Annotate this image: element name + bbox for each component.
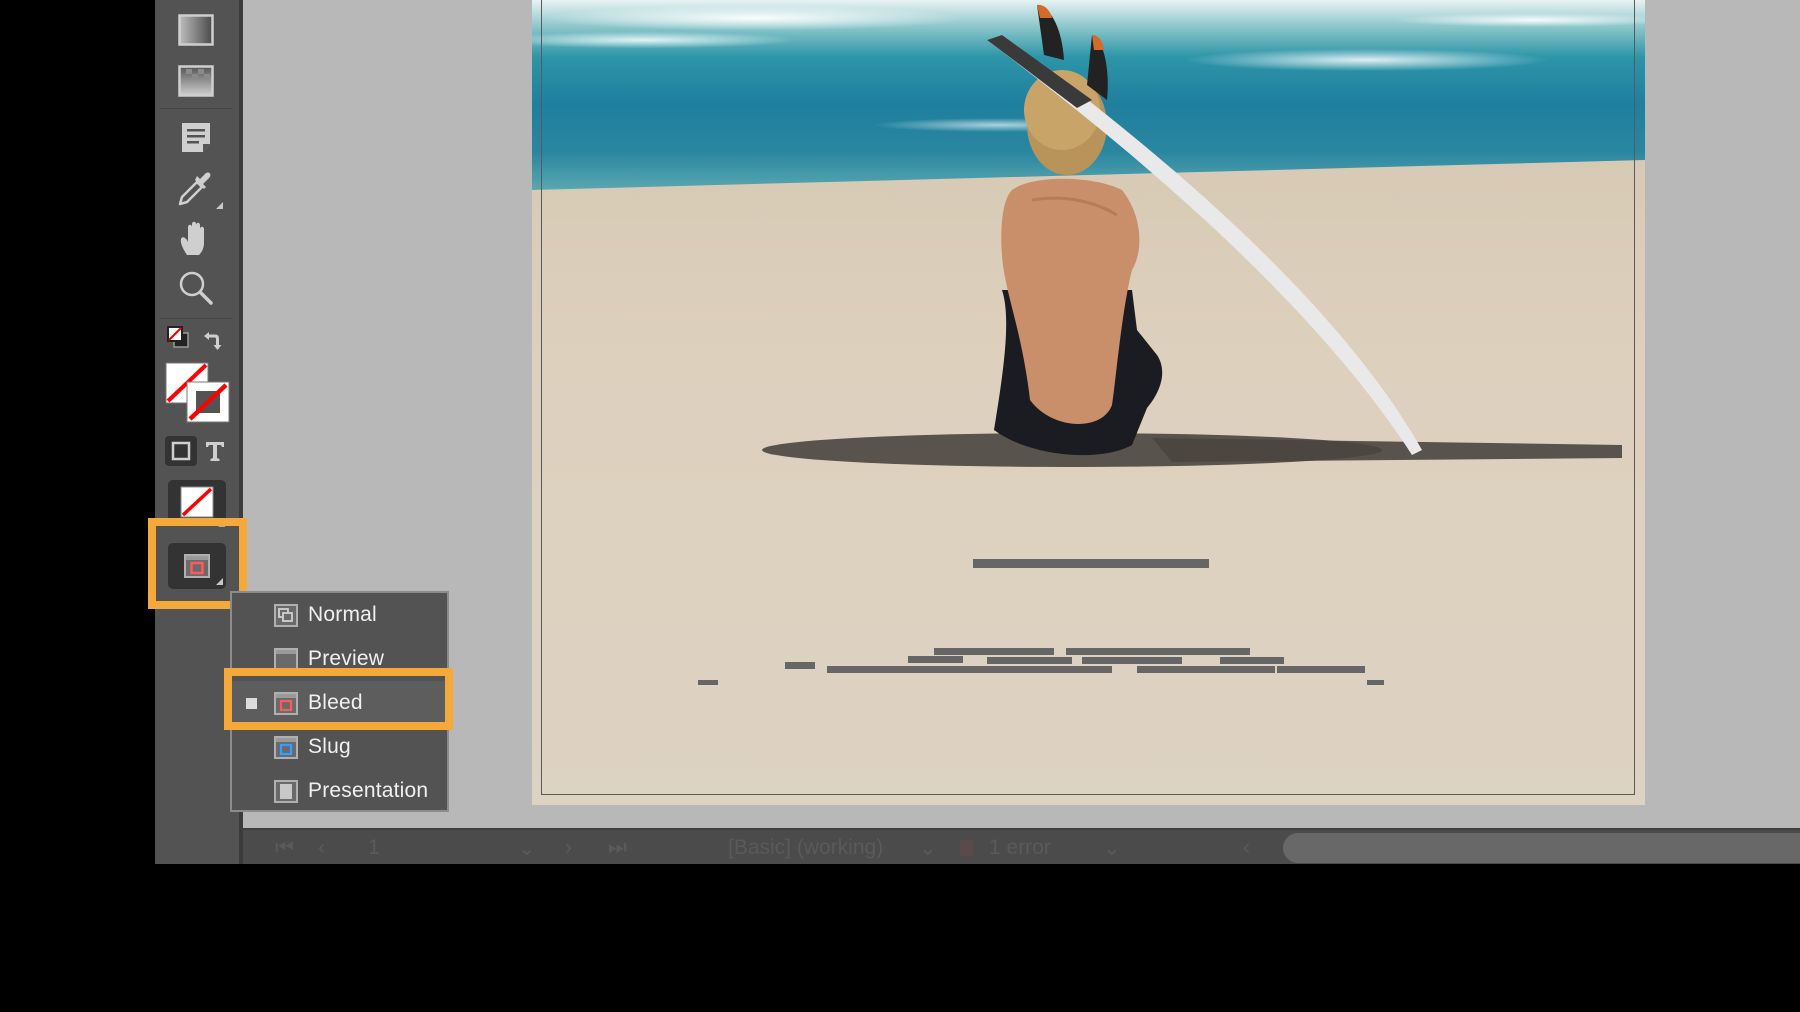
status-bar: ⏮ ‹ 1 ⌄ › ⏭ [Basic] (working) ⌄ 1 error … <box>243 828 1800 864</box>
screen-mode-bleed-icon <box>184 554 210 578</box>
screen-mode-bleed-icon <box>274 691 298 715</box>
screen-mode-normal-icon <box>274 603 298 627</box>
text-formatting-button[interactable] <box>201 436 229 466</box>
gradient-swatch-icon <box>178 14 214 46</box>
zoom-tool[interactable] <box>176 268 216 308</box>
menu-item-label: Presentation <box>308 779 429 802</box>
scroll-left-icon[interactable]: ‹ <box>1243 836 1250 860</box>
toolbar-divider <box>160 318 232 319</box>
container-icon <box>171 441 191 461</box>
text-placeholder-line <box>1137 666 1275 673</box>
menu-item-label: Normal <box>308 603 377 626</box>
document-page[interactable] <box>532 0 1645 805</box>
apply-none-button[interactable] <box>168 480 226 524</box>
flyout-indicator-icon <box>218 520 225 527</box>
fill-stroke-swatch[interactable] <box>165 362 231 424</box>
menu-item-slug[interactable]: Slug <box>232 725 447 769</box>
text-placeholder-line <box>908 656 963 663</box>
flyout-indicator-icon <box>216 202 223 209</box>
text-placeholder-line <box>698 680 718 685</box>
previous-page-button[interactable]: ‹ <box>318 836 325 860</box>
container-formatting-button[interactable] <box>165 436 197 466</box>
first-page-button[interactable]: ⏮ <box>275 836 294 860</box>
zoom-icon <box>179 271 213 305</box>
hand-tool[interactable] <box>176 218 216 258</box>
photo-shadow-board <box>1152 438 1622 462</box>
flyout-indicator-icon <box>216 578 223 585</box>
default-fill-stroke-icon <box>167 326 189 348</box>
screen-mode-preview-icon <box>274 647 298 671</box>
fill-stroke-none-icon <box>165 362 230 423</box>
screen-mode-menu: Normal Preview Bleed Slug Presentation <box>230 591 449 812</box>
text-placeholder-line <box>827 666 1112 673</box>
menu-item-bleed[interactable]: Bleed <box>232 681 447 725</box>
menu-item-label: Preview <box>308 647 385 670</box>
text-placeholder-line <box>934 648 1054 655</box>
preflight-dropdown-chevron-icon[interactable]: ⌄ <box>919 836 937 861</box>
toolbar-divider <box>160 108 232 109</box>
hand-icon <box>180 221 204 255</box>
preflight-status[interactable]: 1 error <box>989 836 1051 860</box>
last-page-button[interactable]: ⏭ <box>608 836 627 860</box>
text-placeholder-line <box>1367 680 1384 685</box>
menu-item-presentation[interactable]: Presentation <box>232 769 447 813</box>
horizontal-scrollbar-thumb[interactable] <box>1283 833 1800 863</box>
screen-mode-presentation-icon <box>274 779 298 803</box>
preflight-menu-chevron-icon[interactable]: ⌄ <box>1103 836 1121 861</box>
eyedropper-icon <box>178 172 211 206</box>
text-placeholder-line <box>1082 657 1182 664</box>
next-page-button[interactable]: › <box>565 836 572 860</box>
swap-fill-stroke-button[interactable] <box>200 328 226 354</box>
menu-item-label: Bleed <box>308 691 363 714</box>
gradient-swatch-tool[interactable] <box>176 12 216 48</box>
gradient-feather-tool[interactable] <box>176 63 216 99</box>
preflight-profile[interactable]: [Basic] (working) <box>728 836 883 860</box>
note-tool[interactable] <box>178 120 214 156</box>
gradient-feather-icon <box>178 65 214 97</box>
menu-item-normal[interactable]: Normal <box>232 593 447 637</box>
page-number-field[interactable]: 1 <box>368 836 380 860</box>
text-placeholder-line <box>785 662 815 669</box>
apply-none-icon <box>180 486 214 518</box>
eyedropper-tool[interactable] <box>176 168 216 208</box>
selected-check-icon <box>246 697 257 709</box>
preflight-error-icon <box>960 840 974 856</box>
text-placeholder-line <box>1220 657 1284 664</box>
menu-item-label: Slug <box>308 735 351 758</box>
text-T-icon <box>206 442 224 461</box>
text-placeholder-line <box>1277 666 1365 673</box>
text-placeholder-line <box>987 657 1072 664</box>
menu-item-preview[interactable]: Preview <box>232 637 447 681</box>
page-dropdown-chevron-icon[interactable]: ⌄ <box>518 836 536 861</box>
default-fill-stroke-button[interactable] <box>165 324 191 350</box>
note-icon <box>182 123 210 152</box>
screen-mode-slug-icon <box>274 735 298 759</box>
headline-placeholder <box>973 559 1209 568</box>
text-placeholder-line <box>1066 648 1250 655</box>
swap-icon <box>204 332 222 350</box>
